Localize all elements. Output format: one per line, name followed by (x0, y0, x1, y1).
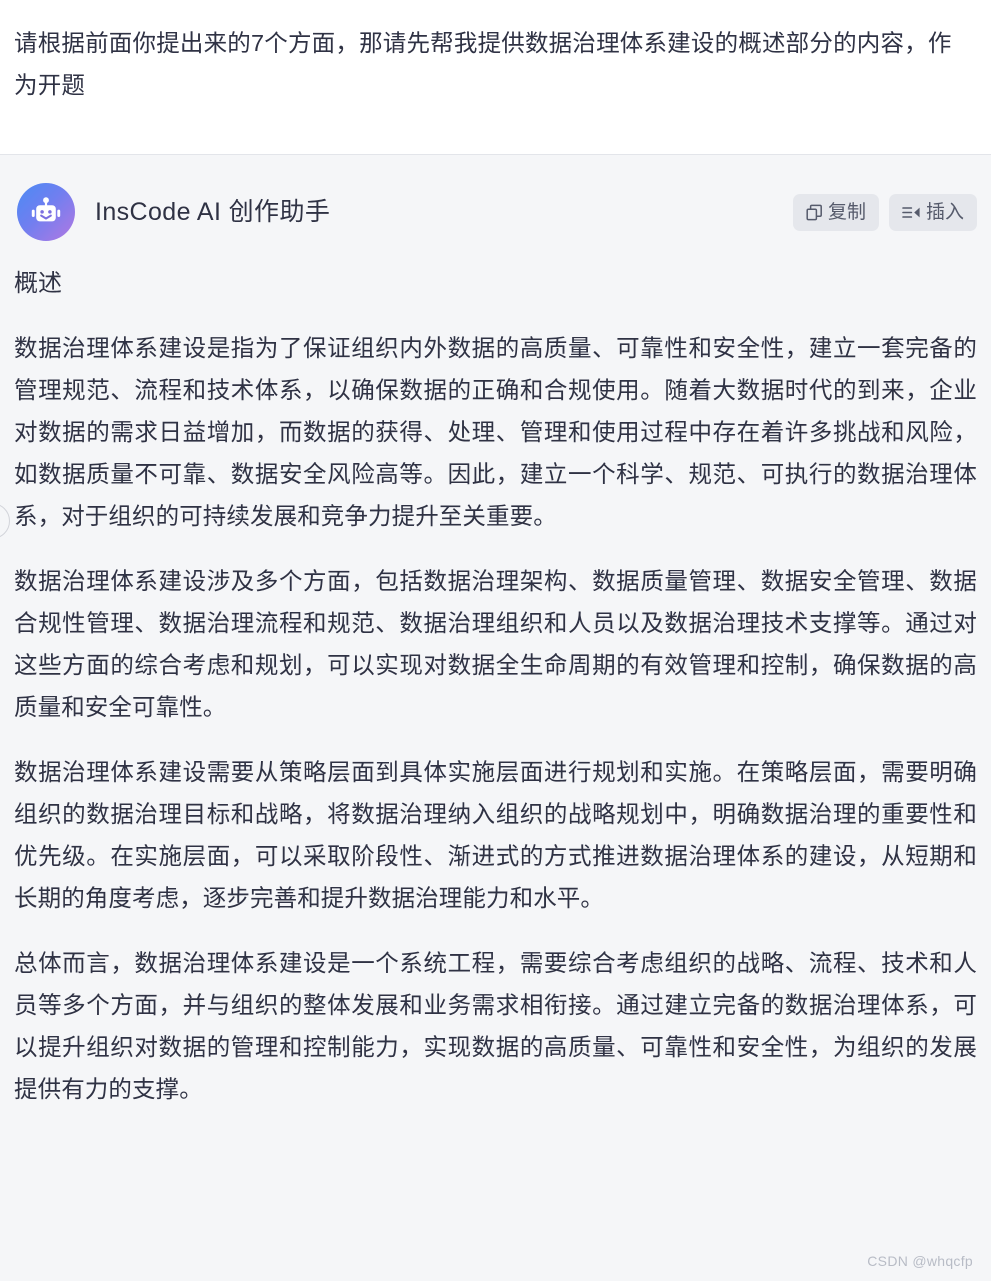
robot-icon (29, 195, 63, 229)
watermark: CSDN @whqcfp (867, 1253, 973, 1269)
assistant-header-actions: 复制 插入 (792, 193, 977, 231)
assistant-content: 概述 数据治理体系建设是指为了保证组织内外数据的高质量、可靠性和安全性，建立一套… (14, 261, 977, 1110)
user-message-text: 请根据前面你提出来的7个方面，那请先帮我提供数据治理体系建设的概述部分的内容，作… (14, 30, 952, 98)
user-message-block: 请根据前面你提出来的7个方面，那请先帮我提供数据治理体系建设的概述部分的内容，作… (0, 0, 991, 155)
assistant-response-block: InsCode AI 创作助手 复制 插入 概述 数据治理体系建设是指为了保证组… (0, 155, 991, 1281)
insert-button[interactable]: 插入 (888, 193, 977, 231)
avatar (17, 183, 75, 241)
insert-icon (902, 204, 921, 221)
content-paragraph: 数据治理体系建设是指为了保证组织内外数据的高质量、可靠性和安全性，建立一套完备的… (14, 335, 977, 529)
assistant-header: InsCode AI 创作助手 复制 插入 (14, 155, 977, 261)
edge-collapse-handle[interactable] (0, 503, 10, 539)
copy-icon (806, 204, 823, 221)
content-paragraph: 数据治理体系建设涉及多个方面，包括数据治理架构、数据质量管理、数据安全管理、数据… (14, 568, 977, 720)
content-paragraph: 总体而言，数据治理体系建设是一个系统工程，需要综合考虑组织的战略、流程、技术和人… (14, 950, 977, 1102)
copy-button[interactable]: 复制 (792, 193, 879, 231)
copy-button-label: 复制 (827, 201, 866, 223)
content-heading: 概述 (14, 270, 62, 297)
assistant-name: InsCode AI 创作助手 (95, 197, 331, 226)
insert-button-label: 插入 (925, 201, 964, 223)
content-paragraph: 数据治理体系建设需要从策略层面到具体实施层面进行规划和实施。在策略层面，需要明确… (14, 759, 977, 911)
